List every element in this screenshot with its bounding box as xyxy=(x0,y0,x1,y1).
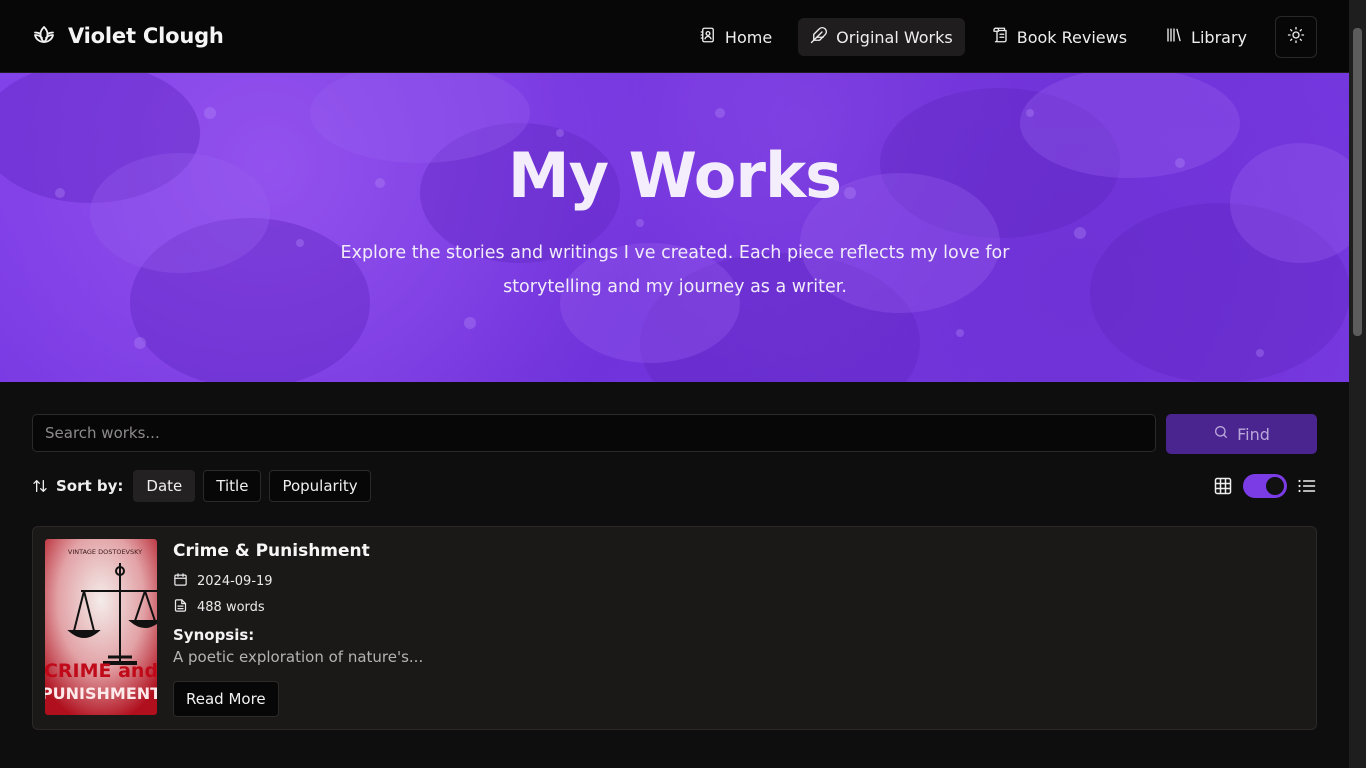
find-button-label: Find xyxy=(1237,424,1270,444)
lotus-icon xyxy=(32,22,56,50)
main-nav: Home Original Works Book Reviews Library xyxy=(687,16,1317,58)
nav-library[interactable]: Library xyxy=(1153,18,1259,56)
work-date-value: 2024-09-19 xyxy=(197,574,273,589)
nav-book-reviews-label: Book Reviews xyxy=(1016,27,1128,47)
work-word-count: 488 words xyxy=(173,598,265,617)
book-cover-image[interactable]: VINTAGE DOSTOEVSKY CRIME and PUNISHMENT xyxy=(45,539,157,715)
read-more-button[interactable]: Read More xyxy=(173,681,279,717)
nav-original-works[interactable]: Original Works xyxy=(798,18,965,56)
nav-library-label: Library xyxy=(1191,27,1247,47)
nav-home-label: Home xyxy=(724,27,773,47)
document-icon xyxy=(173,598,188,617)
nav-home[interactable]: Home xyxy=(687,18,784,56)
nav-original-works-label: Original Works xyxy=(836,27,953,47)
sort-title-button[interactable]: Title xyxy=(203,470,262,502)
work-date: 2024-09-19 xyxy=(173,572,273,591)
search-input[interactable] xyxy=(32,414,1156,452)
brand[interactable]: Violet Clough xyxy=(32,22,224,50)
brand-name: Violet Clough xyxy=(68,24,224,48)
page-subtitle: Explore the stories and writings I ve cr… xyxy=(340,243,1010,297)
library-icon xyxy=(1165,26,1183,48)
nav-book-reviews[interactable]: Book Reviews xyxy=(979,18,1139,56)
grid-icon[interactable] xyxy=(1213,476,1233,496)
synopsis-text: A poetic exploration of nature's... xyxy=(173,648,424,666)
scroll-icon xyxy=(991,26,1009,48)
violet-flowers-background xyxy=(0,73,1349,382)
list-icon[interactable] xyxy=(1297,476,1317,496)
cover-imprint: VINTAGE DOSTOEVSKY xyxy=(68,548,142,556)
page-scrollbar[interactable] xyxy=(1349,0,1366,768)
work-title[interactable]: Crime & Punishment xyxy=(173,541,370,561)
sort-controls: Sort by: Date Title Popularity xyxy=(32,470,371,502)
hero-banner: My Works Explore the stories and writing… xyxy=(0,73,1349,382)
view-mode-toggle[interactable] xyxy=(1243,474,1287,498)
scrollbar-thumb[interactable] xyxy=(1353,28,1362,336)
sort-arrows-icon xyxy=(32,478,48,494)
search-icon xyxy=(1213,424,1229,444)
sun-icon xyxy=(1287,26,1305,48)
sort-label: Sort by: xyxy=(56,477,124,495)
work-word-count-value: 488 words xyxy=(197,600,265,615)
contact-book-icon xyxy=(699,26,717,48)
sort-date-button[interactable]: Date xyxy=(133,470,196,502)
work-card: VINTAGE DOSTOEVSKY CRIME and PUNISHMENT … xyxy=(32,526,1317,730)
page-title: My Works xyxy=(507,139,842,212)
sort-popularity-button[interactable]: Popularity xyxy=(269,470,371,502)
theme-toggle-button[interactable] xyxy=(1275,16,1317,58)
cover-title-line2: PUNISHMENT xyxy=(45,684,157,703)
synopsis-label: Synopsis: xyxy=(173,626,255,644)
top-navbar: Violet Clough Home Original Works Book R… xyxy=(0,0,1349,73)
toggle-knob xyxy=(1266,477,1284,495)
cover-title-line1: CRIME and xyxy=(45,660,157,682)
find-button[interactable]: Find xyxy=(1166,414,1317,454)
calendar-icon xyxy=(173,572,188,591)
view-controls xyxy=(1213,474,1317,498)
feather-icon xyxy=(810,26,828,48)
